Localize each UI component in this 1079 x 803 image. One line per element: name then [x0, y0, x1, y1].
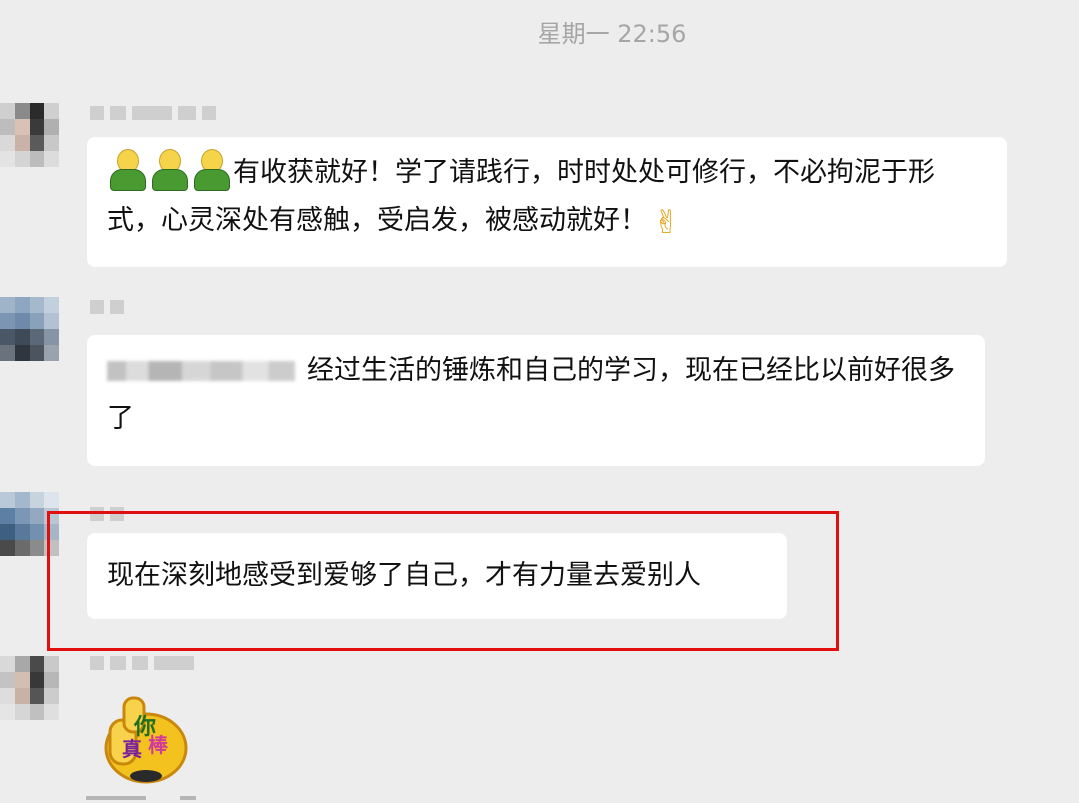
mention-blurred [107, 361, 295, 381]
person-sticker-icon [107, 149, 147, 191]
highlight-box [47, 511, 839, 651]
sticker-text-bang: 棒 [148, 733, 169, 757]
caption-blurred [86, 796, 146, 800]
message-bubble[interactable]: 有收获就好！学了请践行，时时处处可修行，不必拘泥于形式，心灵深处有感触，受启发，… [87, 137, 1007, 267]
sticker-text-zhen: 真 [122, 737, 142, 761]
chat-timestamp: 星期一 22:56 [537, 20, 687, 48]
sender-name-blurred [90, 106, 216, 120]
avatar[interactable] [0, 656, 74, 720]
message-bubble[interactable]: 经过生活的锤炼和自己的学习，现在已经比以前好很多了 [87, 335, 985, 466]
victory-hand-icon: ✌ [653, 203, 680, 241]
message-text: 有收获就好！学了请践行，时时处处可修行，不必拘泥于形式，心灵深处有感触，受启发，… [107, 157, 935, 236]
avatar[interactable] [0, 297, 74, 361]
avatar[interactable] [0, 103, 74, 167]
sender-name-blurred [90, 300, 124, 314]
person-sticker-icon [149, 149, 189, 191]
caption-blurred [180, 796, 196, 800]
person-sticker-icon [191, 149, 231, 191]
thumbs-up-sticker-icon[interactable]: 你 真 棒 [96, 690, 192, 790]
sender-name-blurred [90, 656, 194, 670]
